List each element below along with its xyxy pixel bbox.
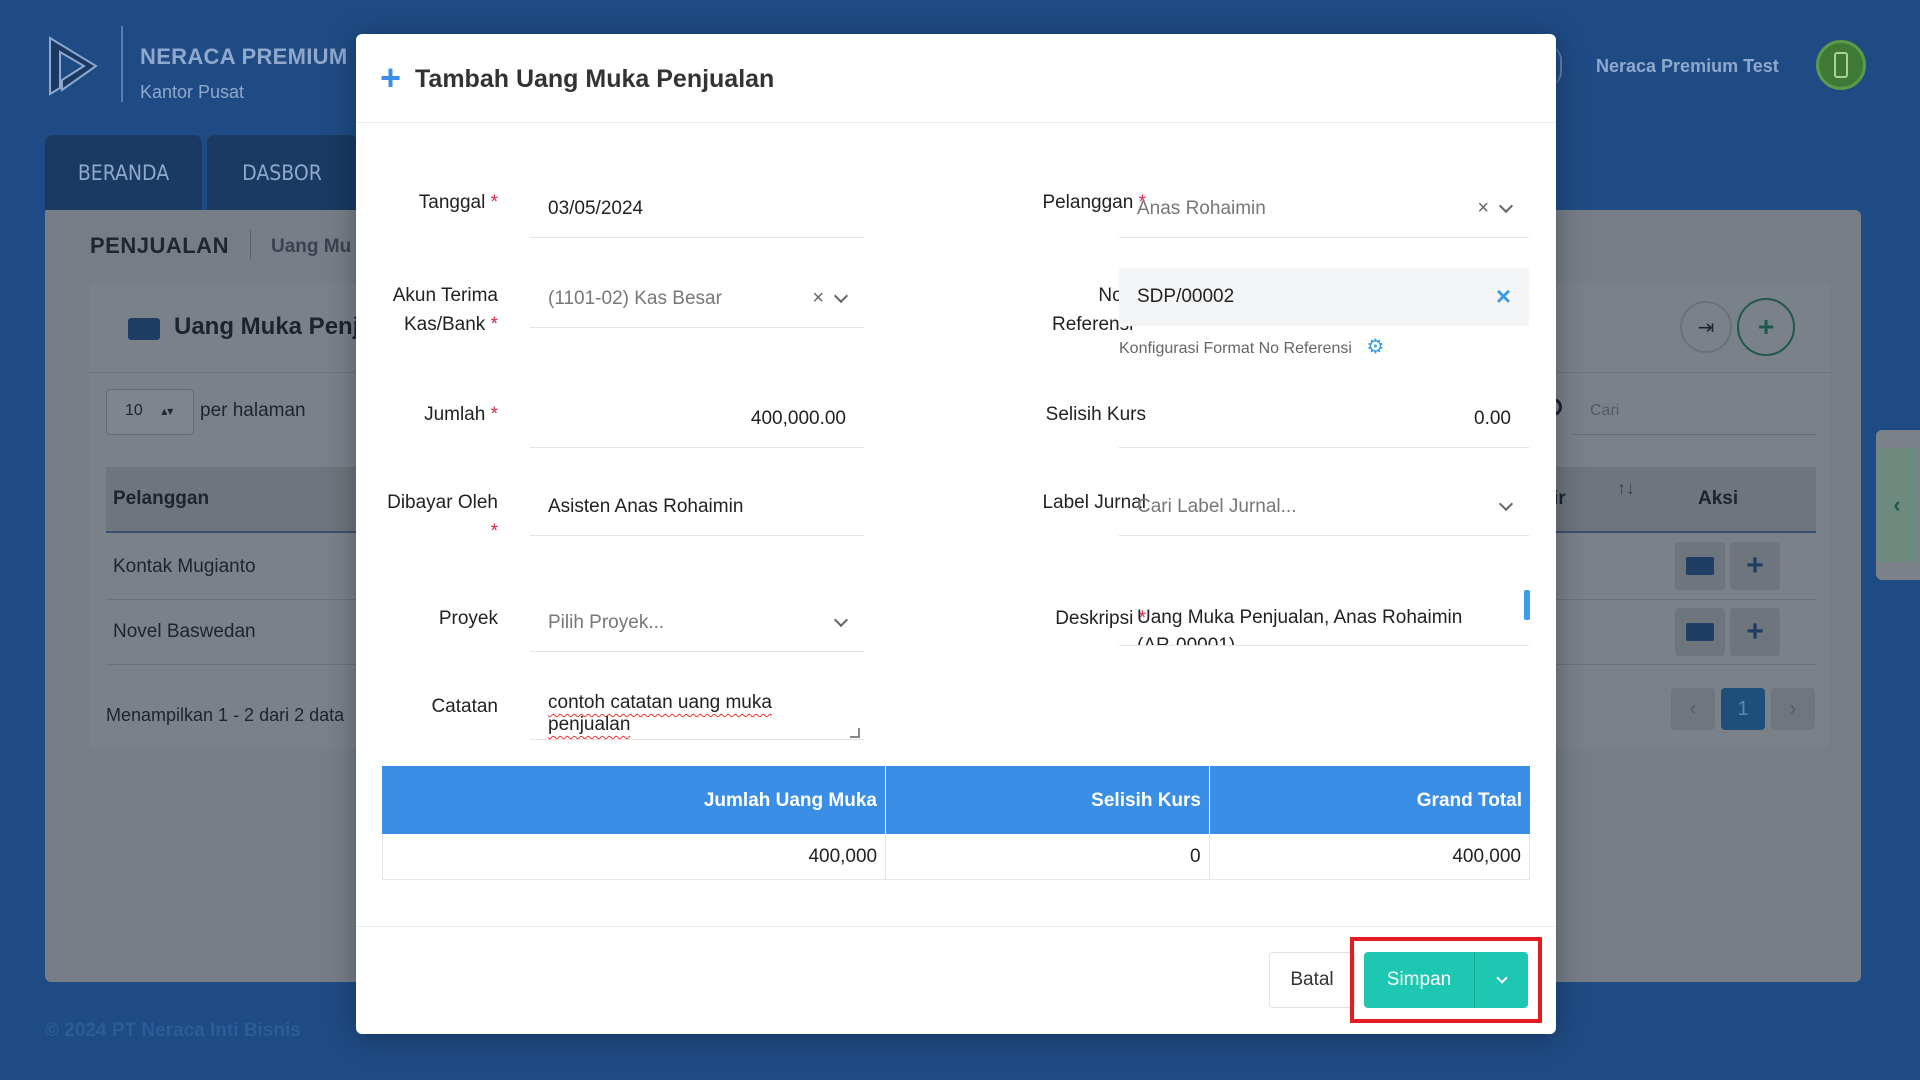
logo-divider	[121, 26, 123, 102]
chevron-left-icon: ‹	[1689, 697, 1697, 720]
gears-icon[interactable]: ⚙	[1366, 336, 1384, 358]
resize-handle-icon[interactable]	[850, 728, 860, 738]
user-name[interactable]: Neraca Premium Test	[1596, 56, 1779, 77]
no-referensi-field[interactable]: SDP/00002 ×	[1119, 268, 1529, 326]
import-button[interactable]: ⇥	[1680, 301, 1732, 353]
plus-icon: +	[1746, 549, 1764, 582]
sort-arrows-icon: ▴▾	[161, 404, 174, 418]
brand-name: NERACA PREMIUM	[140, 44, 348, 69]
row-add-button[interactable]: +	[1730, 608, 1780, 656]
per-page-value: 10	[125, 402, 143, 419]
pagination-info: Menampilkan 1 - 2 dari 2 data	[106, 705, 345, 725]
chevron-down-icon	[1498, 496, 1514, 511]
summary-row: 400,000 0 400,000	[382, 834, 1530, 880]
selisih-kurs-field[interactable]: 0.00	[1119, 390, 1529, 448]
proyek-select[interactable]: Pilih Proyek...	[530, 594, 864, 652]
proyek-label: Proyek	[438, 608, 498, 629]
jumlah-field[interactable]: 400,000.00	[530, 390, 864, 448]
plus-icon: +	[380, 57, 402, 98]
clear-icon[interactable]: ×	[1477, 197, 1489, 220]
label-jurnal-label: Label Jurnal	[1042, 492, 1146, 513]
deskripsi-label: Deskripsi *	[1055, 608, 1146, 629]
table-row-customer: Kontak Mugianto	[113, 556, 256, 577]
breadcrumb-current[interactable]: Uang Mu	[271, 236, 351, 258]
search-underline	[1572, 434, 1816, 435]
pagination-prev[interactable]: ‹	[1671, 688, 1715, 730]
tanggal-field[interactable]: 03/05/2024	[530, 180, 864, 238]
summary-selisih-value: 0	[886, 834, 1210, 879]
catatan-label: Catatan	[431, 696, 498, 717]
card-title: Uang Muka Penj	[174, 313, 360, 340]
credit-card-icon	[128, 318, 160, 340]
deskripsi-textarea[interactable]: Uang Muka Penjualan, Anas Rohaimin (AR-0…	[1119, 588, 1529, 646]
sort-icon[interactable]: ↑↓	[1617, 478, 1635, 499]
pagination-next[interactable]: ›	[1771, 688, 1815, 730]
chevron-down-icon	[1495, 972, 1508, 984]
config-ref-link[interactable]: Konfigurasi Format No Referensi ⚙	[1119, 334, 1384, 359]
summary-header: Jumlah Uang Muka Selisih Kurs Grand Tota…	[382, 766, 1530, 834]
chevron-down-icon	[833, 612, 849, 627]
tab-dasbor[interactable]: DASBOR	[207, 135, 357, 210]
modal-footer-divider	[356, 926, 1556, 927]
catatan-textarea[interactable]: contoh catatan uang muka penjualan	[530, 682, 864, 740]
cancel-button[interactable]: Batal	[1269, 952, 1355, 1008]
summary-header-grand-total: Grand Total	[1416, 790, 1522, 811]
row-add-button[interactable]: +	[1730, 542, 1780, 590]
search-input[interactable]: Cari	[1590, 402, 1619, 420]
akun-terima-label: Akun Terima Kas/Bank *	[392, 285, 498, 335]
per-page-label: per halaman	[200, 400, 306, 421]
chevron-right-icon: ›	[1789, 697, 1797, 720]
label-jurnal-select[interactable]: Cari Label Jurnal...	[1119, 478, 1529, 536]
tanggal-label: Tanggal *	[418, 192, 498, 213]
table-row-customer: Novel Baswedan	[113, 621, 256, 642]
summary-table: Jumlah Uang Muka Selisih Kurs Grand Tota…	[382, 766, 1530, 880]
row-detail-button[interactable]	[1675, 542, 1725, 590]
chevron-left-icon: ‹	[1877, 448, 1917, 562]
brand-branch: Kantor Pusat	[140, 82, 245, 102]
summary-jumlah-value: 400,000	[383, 834, 887, 879]
copyright: © 2024 PT Neraca Inti Bisnis	[45, 1020, 301, 1041]
pelanggan-label: Pelanggan *	[1042, 192, 1146, 213]
import-icon: ⇥	[1697, 316, 1715, 339]
no-referensi-label: No.Referensi *	[1051, 285, 1146, 335]
add-button[interactable]: +	[1737, 298, 1795, 356]
pagination-page[interactable]: 1	[1721, 688, 1765, 730]
breadcrumb-separator	[250, 230, 251, 260]
add-down-payment-modal: + Tambah Uang Muka Penjualan Tanggal * 0…	[356, 34, 1556, 1034]
save-button[interactable]: Simpan	[1364, 952, 1474, 1008]
plus-icon: +	[1746, 615, 1764, 648]
akun-terima-select[interactable]: (1101-02) Kas Besar ×	[530, 270, 864, 328]
column-aksi: Aksi	[1698, 488, 1739, 509]
save-options-button[interactable]	[1474, 952, 1528, 1008]
app-logo	[49, 36, 98, 96]
phone-icon	[1834, 52, 1848, 78]
pelanggan-select[interactable]: Anas Rohaimin ×	[1119, 180, 1529, 238]
column-pelanggan[interactable]: Pelanggan	[113, 488, 209, 510]
clear-icon[interactable]: ×	[812, 287, 824, 310]
modal-title: Tambah Uang Muka Penjualan	[415, 65, 775, 93]
deskripsi-scrollbar[interactable]	[1524, 590, 1530, 620]
chevron-down-icon	[1498, 198, 1514, 213]
row-detail-button[interactable]	[1675, 608, 1725, 656]
tab-beranda[interactable]: BERANDA	[45, 135, 202, 210]
credit-card-icon	[1686, 623, 1714, 641]
modal-header: + Tambah Uang Muka Penjualan	[356, 34, 1556, 123]
selisih-kurs-label: Selisih Kurs	[1045, 404, 1146, 425]
side-panel-toggle[interactable]: ‹	[1876, 430, 1920, 580]
plus-icon: +	[1757, 311, 1775, 342]
jumlah-label: Jumlah *	[424, 404, 498, 425]
breadcrumb-title: PENJUALAN	[90, 233, 229, 258]
dibayar-oleh-label: Dibayar Oleh *	[387, 492, 498, 542]
summary-grand-total-value: 400,000	[1452, 846, 1521, 867]
chevron-down-icon	[833, 288, 849, 303]
summary-header-selisih: Selisih Kurs	[886, 766, 1210, 834]
credit-card-icon	[1686, 557, 1714, 575]
dibayar-oleh-field[interactable]: Asisten Anas Rohaimin	[530, 478, 864, 536]
clear-icon[interactable]: ×	[1496, 281, 1511, 312]
user-avatar[interactable]	[1816, 40, 1866, 90]
per-page-select[interactable]: 10 ▴▾	[106, 389, 194, 435]
summary-header-jumlah: Jumlah Uang Muka	[382, 766, 886, 834]
